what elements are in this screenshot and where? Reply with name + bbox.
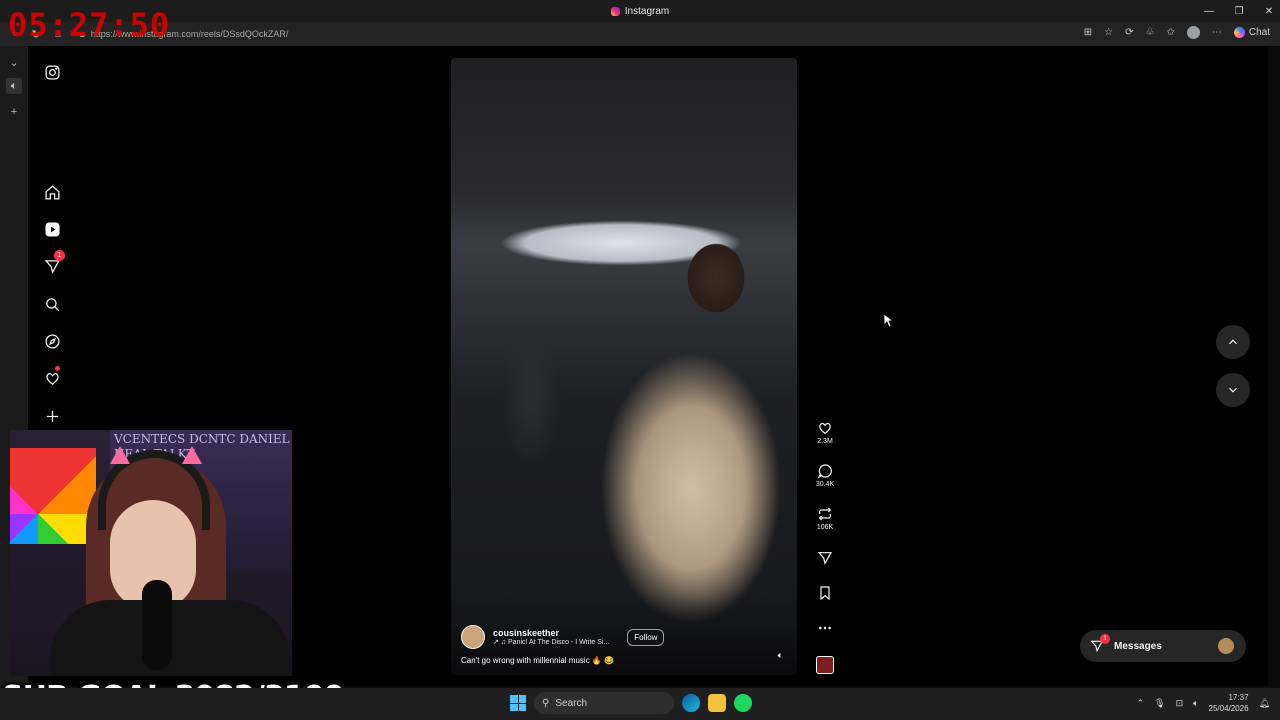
- browser-essentials-icon[interactable]: ♧: [1146, 27, 1155, 38]
- messages-button[interactable]: 1 Messages: [1080, 630, 1246, 662]
- cat-ear-right-icon: [182, 446, 202, 464]
- author-avatar[interactable]: [461, 625, 485, 649]
- chevron-down-icon: [1229, 387, 1237, 393]
- tab-title-area[interactable]: Instagram: [610, 5, 670, 17]
- home-nav-icon[interactable]: [42, 182, 62, 202]
- chat-label: Chat: [1248, 27, 1270, 38]
- tab-title: Instagram: [624, 5, 670, 17]
- repost-count: 106K: [816, 524, 834, 531]
- more-icon: [819, 626, 831, 630]
- reel-music-label[interactable]: ↗ ♫ Panic! At The Disco - I Write Si...: [493, 638, 609, 646]
- microphone-icon: [142, 580, 172, 670]
- reel-video[interactable]: cousinskeether ↗ ♫ Panic! At The Disco -…: [451, 58, 797, 675]
- audio-page-action[interactable]: [812, 656, 838, 674]
- webcam-overlay: VCENTECS DCNTC DANIEL NEAL TALKT: [10, 430, 292, 676]
- comment-icon: [817, 464, 832, 479]
- messages-badge: 1: [1100, 634, 1110, 644]
- follow-button[interactable]: Follow: [627, 628, 665, 646]
- comment-count: 30.4K: [815, 481, 835, 488]
- music-title: Panic! At The Disco - I Write Si...: [508, 639, 610, 646]
- heart-icon: [819, 422, 831, 435]
- copilot-icon: [1233, 27, 1245, 38]
- audio-tab-icon[interactable]: 🔈︎: [6, 78, 22, 94]
- clock-time: 17:37: [1228, 693, 1249, 702]
- windows-start-icon[interactable]: [510, 695, 526, 711]
- messages-label: Messages: [1114, 640, 1162, 652]
- system-tray: ⌃ 🎙︎ ⊡ 🔈︎ 17:37 25/04/2026 🔔︎: [1137, 692, 1270, 714]
- edge-browser-icon[interactable]: [682, 694, 700, 712]
- share-icon: [817, 552, 833, 565]
- taskbar-search[interactable]: ⚲ Search: [534, 692, 674, 714]
- taskbar-apps: ⚲ Search: [510, 692, 752, 714]
- next-reel-button[interactable]: [1216, 373, 1250, 407]
- tray-mic-icon[interactable]: 🎙︎: [1154, 698, 1165, 709]
- reel-author-row: cousinskeether ↗ ♫ Panic! At The Disco -…: [461, 625, 665, 649]
- music-arrow-icon: ↗ ♫: [493, 639, 509, 646]
- windows-taskbar: ⚲ Search ⌃ 🎙︎ ⊡ 🔈︎ 17:37 25/04/2026 🔔︎: [0, 688, 1280, 720]
- stream-timer: 05:27:50: [8, 6, 171, 44]
- notification-badge: 1: [54, 250, 65, 261]
- reels-nav-icon[interactable]: [42, 219, 62, 239]
- instagram-logo-icon[interactable]: [42, 62, 62, 82]
- author-info: cousinskeether ↗ ♫ Panic! At The Disco -…: [493, 628, 609, 646]
- cat-ear-left-icon: [110, 446, 130, 464]
- more-menu-icon[interactable]: ⋯: [1212, 27, 1222, 38]
- author-username[interactable]: cousinskeether: [493, 628, 609, 638]
- close-icon[interactable]: ✕: [1264, 6, 1274, 17]
- more-options-action[interactable]: [812, 620, 838, 636]
- like-count: 2.3M: [817, 438, 833, 445]
- spotify-icon[interactable]: [734, 694, 752, 712]
- mute-icon[interactable]: 🔈︎: [778, 650, 783, 661]
- search-icon: ⚲: [542, 697, 550, 709]
- favorite-star-icon[interactable]: ☆: [1104, 27, 1113, 38]
- favorites-icon[interactable]: ✩: [1166, 27, 1174, 38]
- comment-action[interactable]: 30.4K: [812, 463, 838, 488]
- system-clock[interactable]: 17:37 25/04/2026: [1209, 692, 1249, 714]
- copilot-chat-button[interactable]: Chat: [1233, 27, 1270, 38]
- tray-volume-icon[interactable]: 🔈︎: [1193, 698, 1198, 709]
- window-controls: — ❐ ✕: [1204, 0, 1274, 22]
- notifications-heart-icon[interactable]: [42, 366, 62, 388]
- instagram-favicon-icon: [610, 6, 620, 16]
- audio-thumbnail: [816, 656, 834, 674]
- previous-reel-button[interactable]: [1216, 325, 1250, 359]
- tray-network-icon[interactable]: ⊡: [1176, 698, 1184, 709]
- save-action[interactable]: [812, 585, 838, 601]
- messages-nav-icon[interactable]: 1: [42, 250, 65, 276]
- reel-caption[interactable]: Can't go wrong with millennial music 🔥 😂: [461, 656, 614, 665]
- taskbar-search-placeholder: Search: [555, 697, 588, 709]
- file-explorer-icon[interactable]: [708, 694, 726, 712]
- minimize-icon[interactable]: —: [1204, 6, 1214, 17]
- search-nav-icon[interactable]: [42, 294, 62, 314]
- clock-date: 25/04/2026: [1208, 704, 1249, 713]
- app-available-icon[interactable]: ⊞: [1084, 27, 1092, 38]
- repost-icon: [818, 507, 832, 521]
- browser-toolbar: ⊞ ☆ ⟳ ♧ ✩ ⋯ Chat: [1084, 26, 1270, 39]
- create-plus-icon[interactable]: [42, 406, 62, 426]
- tray-chevron-up-icon[interactable]: ⌃: [1137, 698, 1145, 709]
- chevron-down-icon[interactable]: ⌄: [6, 54, 22, 70]
- repost-action[interactable]: 106K: [812, 506, 838, 531]
- share-action[interactable]: [812, 550, 838, 566]
- address-bar: ‹ ↻ ⌂ 🔒︎ https://www.instagram.com/reels…: [0, 22, 1280, 46]
- extensions-icon[interactable]: ⟳: [1125, 27, 1133, 38]
- window-titlebar: Instagram — ❐ ✕: [0, 0, 1280, 22]
- bookmark-icon: [820, 586, 830, 601]
- messages-avatar: [1218, 638, 1234, 654]
- profile-avatar-icon[interactable]: [1186, 26, 1200, 39]
- new-tab-icon[interactable]: +: [6, 104, 22, 120]
- mouse-cursor-icon: [884, 314, 894, 328]
- like-action[interactable]: 2.3M: [812, 420, 838, 445]
- notification-dot: [55, 366, 60, 371]
- notification-bell-icon[interactable]: 🔔︎: [1259, 698, 1270, 709]
- explore-nav-icon[interactable]: [42, 331, 62, 351]
- url-field[interactable]: 🔒︎ https://www.instagram.com/reels/DSsdQ…: [80, 26, 1080, 42]
- chevron-up-icon: [1229, 339, 1237, 345]
- restore-icon[interactable]: ❐: [1234, 6, 1244, 17]
